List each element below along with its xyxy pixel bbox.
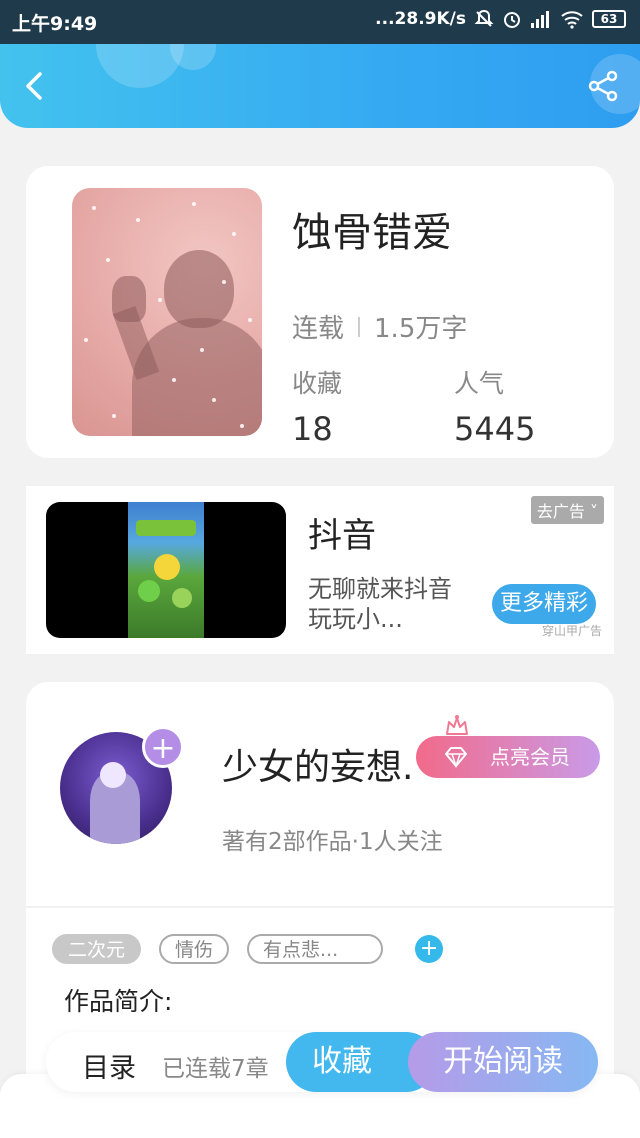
diamond-icon bbox=[445, 747, 467, 768]
word-count: 1.5万字 bbox=[374, 314, 468, 344]
divider bbox=[358, 316, 361, 337]
ad-description: 无聊就来抖音玩玩小... bbox=[308, 575, 452, 633]
popularity-value: 5445 bbox=[454, 410, 536, 448]
status-time: 上午9:49 bbox=[12, 13, 98, 35]
chevron-left-icon[interactable] bbox=[18, 68, 54, 104]
add-tag-plus-icon[interactable]: + bbox=[415, 935, 444, 963]
vip-button[interactable]: 点亮会员 bbox=[416, 736, 600, 778]
header-bar bbox=[0, 44, 640, 128]
tag-chip[interactable]: 情伤 bbox=[159, 934, 230, 964]
alarm-icon bbox=[504, 12, 520, 28]
follow-plus-icon[interactable]: + bbox=[142, 726, 184, 768]
tag-list: 二次元 情伤 有点悲... + bbox=[52, 934, 444, 964]
vip-label: 点亮会员 bbox=[490, 745, 570, 769]
divider bbox=[26, 906, 614, 908]
signal-icon bbox=[531, 11, 549, 28]
chapter-count[interactable]: 已连载7章 bbox=[162, 1049, 269, 1083]
remove-ad-button[interactable]: 去广告 ˅ bbox=[530, 496, 604, 524]
book-status-line: 连载 1.5万字 bbox=[292, 308, 467, 345]
avatar-face bbox=[100, 762, 126, 788]
ad-source: 穿山甲广告 bbox=[541, 624, 602, 638]
wifi-icon bbox=[561, 11, 583, 29]
ad-banner[interactable]: 抖音 无聊就来抖音玩玩小... 去广告 ˅ 更多精彩 穿山甲广告 bbox=[26, 486, 614, 654]
network-speed: ...28.9K/s bbox=[375, 9, 466, 29]
cover-shadow-head bbox=[164, 250, 234, 328]
tag-chip[interactable]: 有点悲... bbox=[247, 934, 384, 964]
bottom-action-bar: 目录 已连载7章 收藏 开始阅读 bbox=[46, 1032, 598, 1092]
start-reading-button[interactable]: 开始阅读 bbox=[408, 1032, 598, 1092]
remove-ad-label: 去广告 bbox=[536, 502, 585, 521]
book-cover-image[interactable] bbox=[72, 188, 262, 436]
battery-indicator: 63 bbox=[592, 10, 626, 28]
bell-mute-icon bbox=[474, 9, 494, 27]
serial-status: 连载 bbox=[292, 314, 345, 344]
book-title: 蚀骨错爱 bbox=[292, 210, 452, 256]
intro-heading: 作品简介: bbox=[64, 987, 173, 1016]
favorites-label: 收藏 bbox=[292, 369, 343, 398]
cover-shadow-body bbox=[132, 318, 262, 436]
ad-thumbnail[interactable] bbox=[46, 502, 286, 638]
popularity-label: 人气 bbox=[454, 369, 505, 398]
toc-button[interactable]: 目录 bbox=[82, 1046, 136, 1085]
author-meta: 著有2部作品·1人关注 bbox=[222, 829, 443, 855]
ad-title: 抖音 bbox=[308, 516, 376, 556]
ad-more-button[interactable]: 更多精彩 bbox=[492, 584, 596, 624]
author-name[interactable]: 少女的妄想. bbox=[222, 738, 422, 790]
crown-icon bbox=[446, 715, 468, 735]
ad-game-image bbox=[128, 502, 204, 638]
cover-shadow-hand bbox=[112, 276, 146, 322]
status-bar: 上午9:49 ...28.9K/s 63 bbox=[0, 0, 640, 44]
share-icon[interactable] bbox=[586, 68, 622, 104]
book-info-card: 蚀骨错爱 连载 1.5万字 收藏 人气 18 5445 bbox=[26, 166, 614, 458]
status-icons: ...28.9K/s 63 bbox=[375, 9, 626, 29]
tag-chip[interactable]: 二次元 bbox=[52, 934, 142, 964]
favorites-value: 18 bbox=[292, 410, 333, 448]
